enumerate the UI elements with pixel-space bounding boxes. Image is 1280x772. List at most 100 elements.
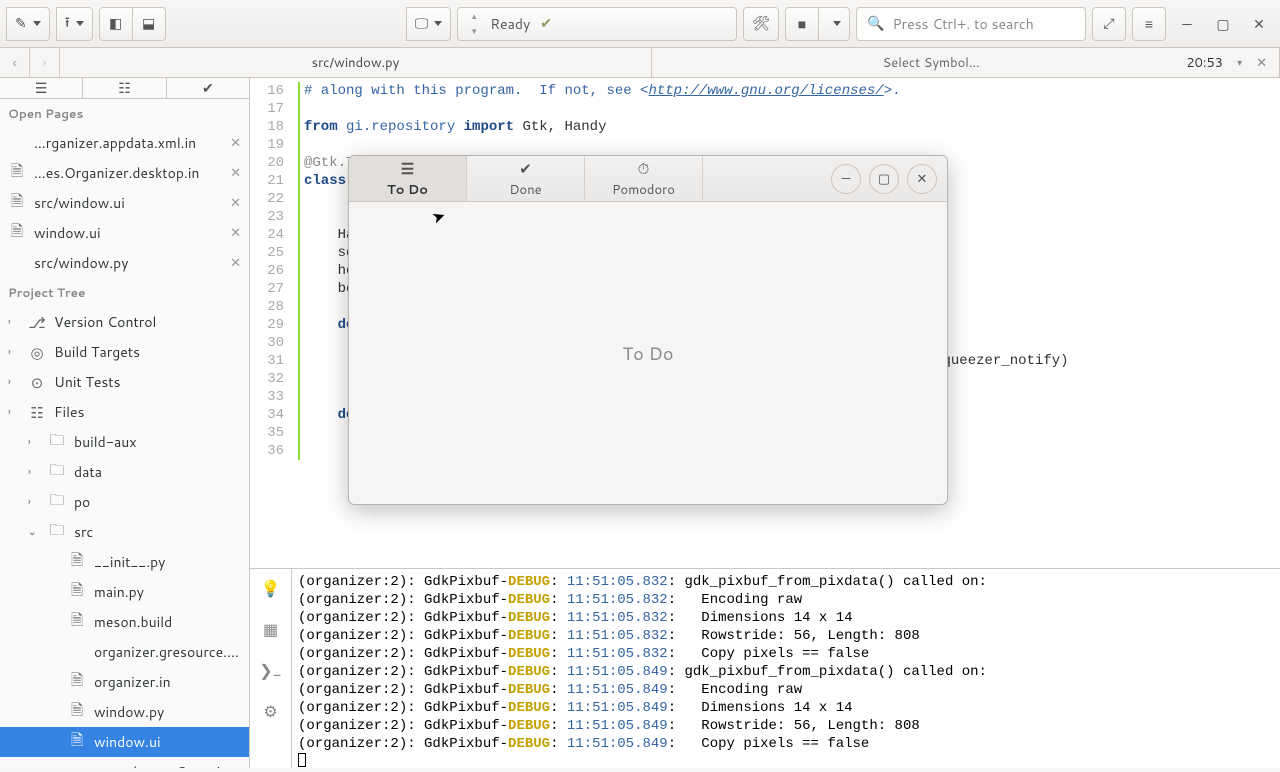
gear-icon[interactable]: ⚙	[263, 700, 277, 723]
tree-file-label: data	[74, 462, 241, 482]
close-icon[interactable]: ✕	[230, 194, 241, 212]
file-icon: 🗎	[68, 729, 86, 755]
monitor-icon: 🖵	[415, 15, 429, 32]
expand-icon: ›	[8, 315, 20, 329]
close-icon[interactable]: ✕	[230, 164, 241, 182]
build-button[interactable]: 🛠	[743, 7, 779, 41]
close-icon[interactable]: ✕	[230, 254, 241, 272]
tree-file-label: build-aux	[74, 432, 241, 452]
tree-file-item[interactable]: ›🗀data	[0, 457, 249, 487]
global-search[interactable]: 🔍 Press Ctrl+. to search	[856, 7, 1086, 41]
tab-icon: ☰	[401, 158, 414, 179]
tree-file-item[interactable]: 🗎main.py	[0, 577, 249, 607]
tree-file-item[interactable]: 🗎__init__.py	[0, 547, 249, 577]
expand-icon: ›	[8, 375, 20, 389]
search-icon: 🔍	[867, 15, 884, 32]
tree-file-item[interactable]: organizer.gresource.xml	[0, 637, 249, 667]
tree-file-item[interactable]: ⌄🗀src	[0, 517, 249, 547]
close-icon[interactable]: ✕	[230, 224, 241, 242]
tree-file-item[interactable]: ›>_com.tuxphones.Organizer.js	[0, 757, 249, 768]
main-toolbar: ✎ ⭱ ◧ ⬓ 🖵 ▲▼ Ready ✔ 🛠 ■ 🔍 Press Ctrl+. …	[0, 0, 1280, 48]
panel-bottom-icon: ⬓	[142, 15, 155, 32]
stop-button[interactable]: ■	[785, 7, 819, 41]
minimize-icon: —	[1182, 14, 1191, 34]
window-close[interactable]: ✕	[1244, 9, 1274, 39]
nav-forward[interactable]: ›	[30, 48, 60, 77]
tree-file-item[interactable]: 🗎 window.ui	[0, 727, 249, 757]
chevron-down-icon[interactable]: ▾	[1237, 56, 1242, 70]
open-page-item[interactable]: 🗎window.ui✕	[0, 218, 249, 248]
maximize-icon: ▢	[1216, 14, 1229, 34]
tree-section-item[interactable]: ›⊙Unit Tests	[0, 367, 249, 397]
tree-file-label: window.ui	[94, 732, 241, 752]
tree-section-item[interactable]: ›◎Build Targets	[0, 337, 249, 367]
file-icon: 🗀	[48, 489, 66, 515]
tab-close-icon[interactable]: ✕	[1256, 54, 1267, 72]
grid-icon[interactable]: ▦	[263, 618, 278, 641]
tab-bar: ‹ › src/window.py Select Symbol… 20:53 ▾…	[0, 48, 1280, 78]
edit-menu-button[interactable]: ✎	[6, 7, 50, 41]
tree-file-item[interactable]: 🗎window.py	[0, 697, 249, 727]
clock-text: 20:53	[1186, 54, 1223, 72]
symbol-tab[interactable]: Select Symbol… 20:53 ▾ ✕	[652, 48, 1280, 77]
tree-section-label: Version Control	[54, 312, 241, 332]
open-pages-heading: Open Pages	[0, 99, 249, 128]
tree-file-label: organizer.in	[94, 672, 241, 692]
sidebar-view-tree[interactable]: ☷	[83, 78, 166, 98]
open-menu-button[interactable]: ⭱	[56, 7, 93, 41]
bottom-panel-switcher: 💡 ▦ ❯_ ⚙	[250, 569, 292, 768]
fullscreen-button[interactable]: ⤢	[1092, 7, 1126, 41]
run-menu-button[interactable]	[818, 7, 850, 41]
organizer-minimize[interactable]: —	[831, 164, 861, 194]
tree-file-label: com.tuxphones.Organizer.js	[74, 762, 241, 768]
sidebar-view-check[interactable]: ✔	[167, 78, 249, 98]
open-page-item[interactable]: …rganizer.appdata.xml.in ✕	[0, 128, 249, 158]
bulb-icon[interactable]: 💡	[261, 577, 281, 600]
file-tab-label: src/window.py	[312, 54, 400, 72]
panel-left-button[interactable]: ◧	[99, 7, 133, 41]
hamburger-button[interactable]: ≡	[1132, 7, 1166, 41]
file-icon: 🗎	[68, 579, 86, 605]
organizer-maximize[interactable]: ▢	[869, 164, 899, 194]
organizer-body-text: To Do	[623, 340, 674, 366]
panel-bottom-button[interactable]: ⬓	[132, 7, 166, 41]
status-bar[interactable]: ▲▼ Ready ✔	[457, 7, 737, 41]
section-icon: ⊙	[28, 372, 46, 393]
sidebar-view-list[interactable]: ☰	[0, 78, 83, 98]
open-page-item[interactable]: 🗎…es.Organizer.desktop.in✕	[0, 158, 249, 188]
tree-file-label: meson.build	[94, 612, 241, 632]
tree-file-item[interactable]: ›🗀po	[0, 487, 249, 517]
open-page-label: …rganizer.appdata.xml.in	[34, 133, 222, 153]
line-gutter: 1617181920212223242526272829303132333435…	[250, 78, 292, 568]
tree-file-item[interactable]: ›🗀build-aux	[0, 427, 249, 457]
file-icon: 🗀	[48, 519, 66, 545]
file-icon: 🗎	[8, 160, 26, 186]
file-icon: 🗎	[8, 190, 26, 216]
organizer-tab[interactable]: ✔Done	[467, 156, 585, 201]
hammer-icon: 🛠	[752, 15, 770, 32]
tree-file-item[interactable]: 🗎organizer.in	[0, 667, 249, 697]
organizer-tab[interactable]: ☰To Do	[349, 156, 467, 201]
nav-back[interactable]: ‹	[0, 48, 30, 77]
organizer-close[interactable]: ✕	[907, 164, 937, 194]
file-icon: 🗎	[68, 549, 86, 575]
open-page-item[interactable]: 🗎src/window.ui✕	[0, 188, 249, 218]
tree-section-item[interactable]: ›☷Files	[0, 397, 249, 427]
tree-section-item[interactable]: › ⎇ Version Control	[0, 307, 249, 337]
hamburger-icon: ≡	[1145, 16, 1153, 32]
tree-file-item[interactable]: 🗎meson.build	[0, 607, 249, 637]
section-icon: ⎇	[28, 312, 46, 333]
expand-icon: ›	[28, 435, 40, 449]
organizer-body: To Do	[349, 202, 947, 504]
device-menu-button[interactable]: 🖵	[406, 7, 452, 41]
expand-icon: ⌄	[28, 525, 40, 539]
window-maximize[interactable]: ▢	[1208, 9, 1238, 39]
terminal-icon[interactable]: ❯_	[259, 659, 281, 682]
close-icon[interactable]: ✕	[230, 134, 241, 152]
window-minimize[interactable]: —	[1172, 9, 1202, 39]
organizer-tab[interactable]: ⏱Pomodoro	[585, 156, 703, 201]
file-tab[interactable]: src/window.py	[60, 48, 652, 77]
open-page-item[interactable]: src/window.py✕	[0, 248, 249, 278]
tree-section-label: Files	[54, 402, 241, 422]
terminal-output[interactable]: (organizer:2): GdkPixbuf-DEBUG: 11:51:05…	[292, 569, 1280, 768]
